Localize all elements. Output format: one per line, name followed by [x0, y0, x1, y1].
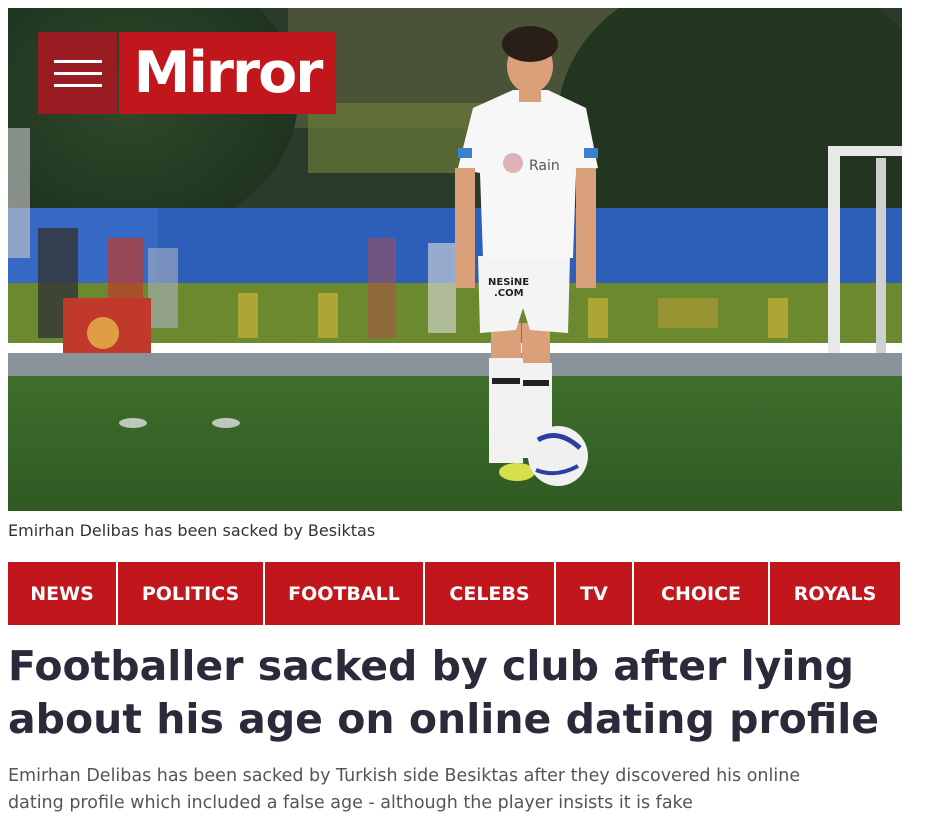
standfirst-line-1: Emirhan Delibas has been sacked by Turki… [8, 766, 801, 786]
nav-item-choice[interactable]: CHOICE [634, 562, 768, 625]
image-caption: Emirhan Delibas has been sacked by Besik… [8, 521, 376, 540]
shorts-sponsor-text-1: NESiNE [488, 277, 529, 288]
headline-line-2: about his age on online dating profile [8, 695, 880, 743]
article-headline: Footballer sacked by club after lying ab… [8, 640, 908, 746]
article-standfirst: Emirhan Delibas has been sacked by Turki… [8, 763, 908, 817]
menu-line [53, 59, 102, 63]
shirt-sponsor-text: Rain [529, 158, 560, 174]
nav-item-politics[interactable]: POLITICS [118, 562, 263, 625]
hero-image: Rain NESiNE .COM Mirror [8, 8, 902, 511]
section-nav: NEWS POLITICS FOOTBALL CELEBS TV CHOICE … [8, 562, 902, 625]
article-page: Rain NESiNE .COM Mirror Emirhan Delibas … [0, 0, 930, 828]
menu-line [53, 83, 102, 87]
nav-item-tv[interactable]: TV [556, 562, 632, 625]
shorts-sponsor-text-2: .COM [494, 288, 524, 299]
standfirst-line-2: dating profile which included a false ag… [8, 793, 693, 813]
nav-item-royals[interactable]: ROYALS [770, 562, 900, 625]
menu-line [53, 71, 102, 75]
headline-line-1: Footballer sacked by club after lying [8, 642, 854, 690]
nav-item-news[interactable]: NEWS [8, 562, 116, 625]
hamburger-menu-icon[interactable] [38, 32, 117, 114]
football [528, 426, 588, 486]
mirror-logo[interactable]: Mirror [119, 32, 336, 114]
nav-item-football[interactable]: FOOTBALL [265, 562, 423, 625]
masthead: Mirror [38, 32, 336, 114]
nav-item-celebs[interactable]: CELEBS [425, 562, 554, 625]
